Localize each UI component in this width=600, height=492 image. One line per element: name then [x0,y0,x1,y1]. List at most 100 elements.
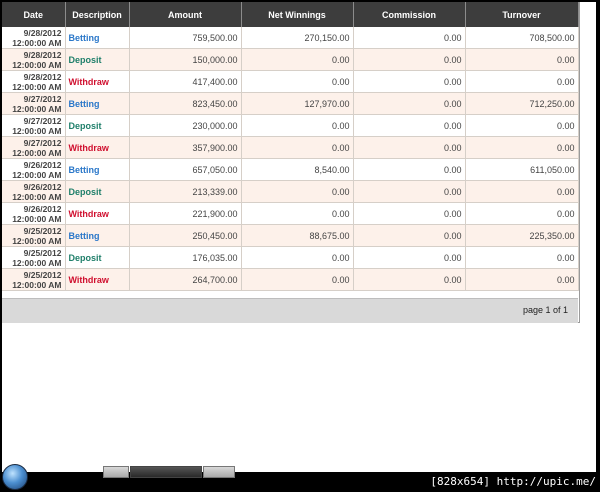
time-text: 12:00:00 AM [12,147,62,158]
date-text: 9/27/2012 [23,93,62,104]
table-row[interactable]: 9/25/2012 12:00:00 AM Deposit 176,035.00 0.0… [2,246,579,269]
amount-cell: 264,700.00 [129,268,242,291]
net-winnings-cell: 127,970.00 [241,92,354,115]
time-text: 12:00:00 AM [12,59,62,70]
turnover-cell: 0.00 [465,202,579,225]
description-text: Withdraw [68,208,109,219]
table-row[interactable]: 9/25/2012 12:00:00 AM Betting 250,450.00 88,… [2,224,579,247]
turnover-cell: 0.00 [465,48,579,71]
net-winnings-cell: 0.00 [241,180,354,203]
column-header-net-winnings[interactable]: Net Winnings [241,2,354,27]
table-row[interactable]: 9/27/2012 12:00:00 AM Withdraw 357,900.00 0.… [2,136,579,159]
amount-cell: 657,050.00 [129,158,242,181]
description-text: Deposit [68,54,102,65]
amount-cell: 221,900.00 [129,202,242,225]
column-header-commission[interactable]: Commission [353,2,466,27]
taskbar-button[interactable] [103,466,129,478]
taskbar-button[interactable] [130,466,202,478]
turnover-cell: 611,050.00 [465,158,579,181]
description-text: Withdraw [68,142,109,153]
time-text: 12:00:00 AM [12,235,62,246]
description-text: Betting [68,98,100,109]
column-header-turnover[interactable]: Turnover [465,2,579,27]
browser-viewport: Date Description Amount Net Winnings Com… [2,2,596,472]
net-winnings-cell: 88,675.00 [241,224,354,247]
turnover-cell: 0.00 [465,180,579,203]
description-text: Deposit [68,252,102,263]
date-text: 9/28/2012 [23,71,62,82]
net-winnings-cell: 0.00 [241,114,354,137]
description-cell: Deposit [65,246,130,269]
description-text: Deposit [68,120,102,131]
description-text: Betting [68,230,100,241]
table-row[interactable]: 9/26/2012 12:00:00 AM Withdraw 221,900.00 0.… [2,202,579,225]
table-row[interactable]: 9/27/2012 12:00:00 AM Deposit 230,000.00 0.0… [2,114,579,137]
date-text: 9/26/2012 [23,181,62,192]
amount-cell: 176,035.00 [129,246,242,269]
commission-cell: 0.00 [353,136,466,159]
date-text: 9/25/2012 [23,225,62,236]
net-winnings-cell: 0.00 [241,136,354,159]
description-cell: Betting [65,27,130,49]
turnover-cell: 0.00 [465,268,579,291]
table-row[interactable]: 9/26/2012 12:00:00 AM Betting 657,050.00 8,5… [2,158,579,181]
turnover-cell: 0.00 [465,70,579,93]
turnover-cell: 0.00 [465,246,579,269]
date-cell: 9/28/2012 12:00:00 AM [2,48,66,71]
date-cell: 9/27/2012 12:00:00 AM [2,136,66,159]
turnover-cell: 225,350.00 [465,224,579,247]
date-text: 9/27/2012 [23,137,62,148]
page-indicator: page 1 of 1 [522,305,568,315]
date-text: 9/25/2012 [23,269,62,280]
commission-cell: 0.00 [353,70,466,93]
net-winnings-cell: 0.00 [241,70,354,93]
commission-cell: 0.00 [353,48,466,71]
amount-cell: 230,000.00 [129,114,242,137]
time-text: 12:00:00 AM [12,191,62,202]
commission-cell: 0.00 [353,268,466,291]
commission-cell: 0.00 [353,92,466,115]
description-cell: Betting [65,158,130,181]
commission-cell: 0.00 [353,224,466,247]
net-winnings-cell: 0.00 [241,48,354,71]
date-cell: 9/26/2012 12:00:00 AM [2,180,66,203]
amount-cell: 213,339.00 [129,180,242,203]
description-cell: Withdraw [65,136,130,159]
turnover-cell: 0.00 [465,114,579,137]
description-cell: Withdraw [65,70,130,93]
transactions-grid: Date Description Amount Net Winnings Com… [2,2,580,323]
time-text: 12:00:00 AM [12,279,62,290]
commission-cell: 0.00 [353,180,466,203]
date-text: 9/28/2012 [23,27,62,38]
start-button[interactable] [2,464,28,490]
table-row[interactable]: 9/28/2012 12:00:00 AM Betting 759,500.00 270… [2,27,579,49]
time-text: 12:00:00 AM [12,125,62,136]
net-winnings-cell: 0.00 [241,202,354,225]
table-row[interactable]: 9/26/2012 12:00:00 AM Deposit 213,339.00 0.0… [2,180,579,203]
date-cell: 9/27/2012 12:00:00 AM [2,114,66,137]
description-text: Deposit [68,186,102,197]
time-text: 12:00:00 AM [12,169,62,180]
net-winnings-cell: 0.00 [241,246,354,269]
description-cell: Betting [65,92,130,115]
table-header-row: Date Description Amount Net Winnings Com… [2,2,579,27]
table-row[interactable]: 9/25/2012 12:00:00 AM Withdraw 264,700.00 0.… [2,268,579,291]
watermark-text: [828x654] http://upic.me/ [430,475,596,488]
time-text: 12:00:00 AM [12,103,62,114]
column-header-amount[interactable]: Amount [129,2,242,27]
taskbar-button[interactable] [203,466,235,478]
commission-cell: 0.00 [353,27,466,49]
time-text: 12:00:00 AM [12,37,62,48]
date-cell: 9/25/2012 12:00:00 AM [2,268,66,291]
table-row[interactable]: 9/28/2012 12:00:00 AM Withdraw 417,400.00 0.… [2,70,579,93]
date-cell: 9/26/2012 12:00:00 AM [2,158,66,181]
description-cell: Deposit [65,180,130,203]
column-header-date[interactable]: Date [2,2,66,27]
net-winnings-cell: 8,540.00 [241,158,354,181]
description-text: Betting [68,32,100,43]
column-header-description[interactable]: Description [65,2,130,27]
turnover-cell: 712,250.00 [465,92,579,115]
table-row[interactable]: 9/27/2012 12:00:00 AM Betting 823,450.00 127… [2,92,579,115]
description-cell: Withdraw [65,202,130,225]
table-row[interactable]: 9/28/2012 12:00:00 AM Deposit 150,000.00 0.0… [2,48,579,71]
